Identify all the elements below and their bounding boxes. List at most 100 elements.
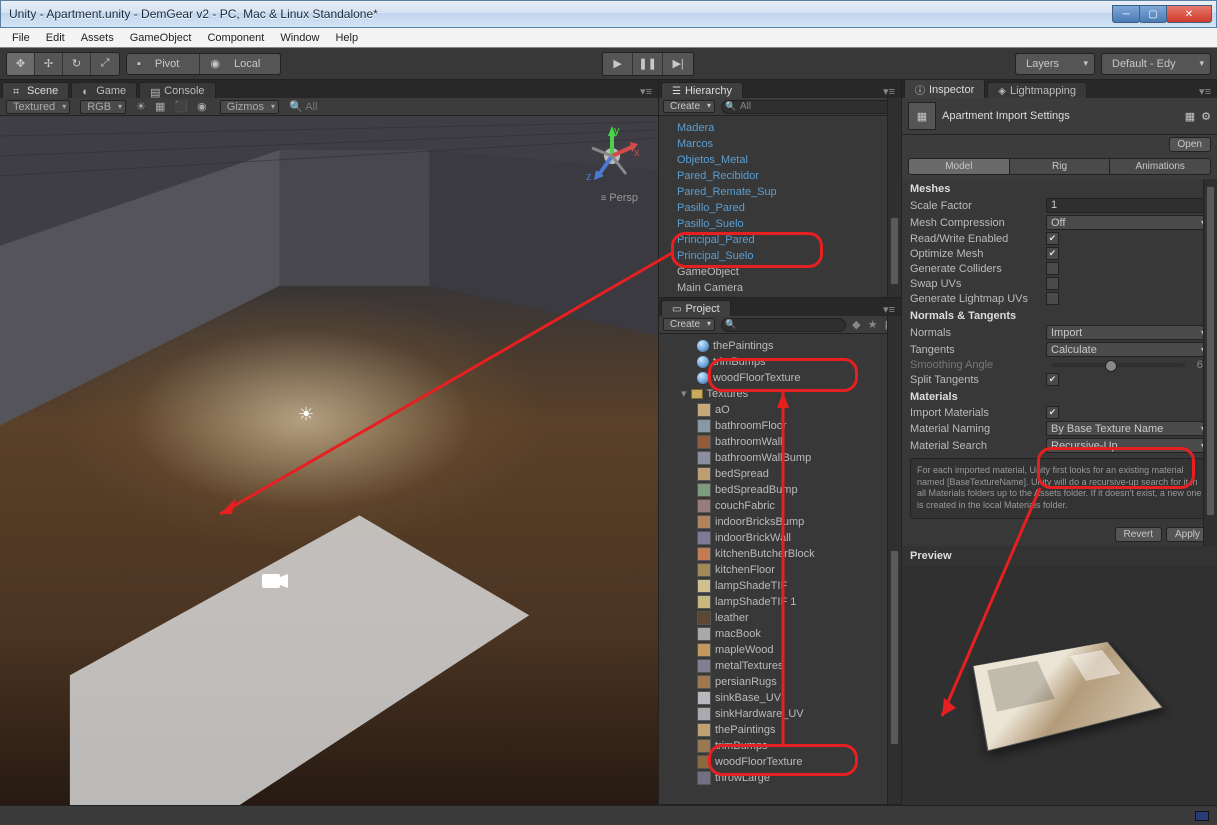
menu-assets[interactable]: Assets xyxy=(73,30,122,46)
hierarchy-search[interactable]: All xyxy=(721,100,897,114)
project-texture-item[interactable]: thePaintings xyxy=(659,722,901,738)
hierarchy-item[interactable]: Marcos xyxy=(659,136,901,152)
hierarchy-item[interactable]: Pasillo_Pared xyxy=(659,200,901,216)
scene-viewport[interactable]: y x z ≡ Persp ☀ xyxy=(0,116,658,805)
hierarchy-scrollbar[interactable] xyxy=(887,98,901,297)
hierarchy-item[interactable]: Principal_Pared xyxy=(659,232,901,248)
project-scrollbar[interactable] xyxy=(887,316,901,804)
tab-console[interactable]: ▤Console xyxy=(139,82,215,98)
window-close-button[interactable]: ✕ xyxy=(1166,5,1212,23)
hierarchy-item[interactable]: Main Camera xyxy=(659,280,901,296)
open-button[interactable]: Open xyxy=(1169,137,1211,152)
menu-gameobject[interactable]: GameObject xyxy=(122,30,200,46)
inspector-options-icon[interactable]: ▾≡ xyxy=(1193,85,1217,98)
smoothing-angle-slider[interactable] xyxy=(1052,363,1185,367)
window-maximize-button[interactable]: ▢ xyxy=(1139,5,1167,23)
hand-tool[interactable]: ✥ xyxy=(7,53,35,75)
preview-viewport[interactable] xyxy=(902,566,1217,805)
optimize-mesh-checkbox[interactable]: ✔ xyxy=(1046,247,1059,260)
view-gizmo[interactable]: y x z xyxy=(580,124,644,188)
import-materials-checkbox[interactable]: ✔ xyxy=(1046,406,1059,419)
tab-scene[interactable]: ⌗Scene xyxy=(2,82,69,98)
project-texture-item[interactable]: indoorBrickWall xyxy=(659,530,901,546)
status-icon[interactable] xyxy=(1195,811,1209,821)
hierarchy-item[interactable]: Point light xyxy=(659,296,901,297)
pivot-toggle[interactable]: ▪ Pivot xyxy=(127,54,199,74)
hierarchy-item[interactable]: Principal_Suelo xyxy=(659,248,901,264)
settings-gear-icon[interactable]: ⚙ xyxy=(1201,110,1211,123)
rotate-tool[interactable]: ↻ xyxy=(63,53,91,75)
render-mode-dropdown[interactable]: RGB xyxy=(80,100,126,114)
material-search-dropdown[interactable]: Recursive-Up xyxy=(1046,438,1209,453)
scale-factor-field[interactable]: 1 xyxy=(1046,198,1209,213)
project-texture-item[interactable]: sinkBase_UV xyxy=(659,690,901,706)
tab-options-icon[interactable]: ▾≡ xyxy=(634,85,658,98)
scene-search[interactable]: All xyxy=(305,101,317,113)
window-minimize-button[interactable]: ─ xyxy=(1112,5,1140,23)
project-texture-item[interactable]: lampShadeTIF 1 xyxy=(659,594,901,610)
project-material-item[interactable]: woodFloorTexture xyxy=(659,370,901,386)
project-texture-item[interactable]: couchFabric xyxy=(659,498,901,514)
tab-game[interactable]: ◐Game xyxy=(71,82,137,98)
layers-dropdown[interactable]: Layers xyxy=(1015,53,1095,75)
move-tool[interactable]: ✢ xyxy=(35,53,63,75)
gizmos-dropdown[interactable]: Gizmos xyxy=(220,100,279,114)
pause-button[interactable]: ❚❚ xyxy=(633,53,663,75)
project-options-icon[interactable]: ▾≡ xyxy=(877,303,901,316)
project-search[interactable] xyxy=(721,318,846,332)
hierarchy-item[interactable]: Pared_Remate_Sup xyxy=(659,184,901,200)
animations-tab[interactable]: Animations xyxy=(1110,158,1211,175)
play-button[interactable]: ▶ xyxy=(603,53,633,75)
scale-tool[interactable]: ⤢ xyxy=(91,53,119,75)
project-texture-item[interactable]: kitchenButcherBlock xyxy=(659,546,901,562)
project-texture-item[interactable]: throwLarge xyxy=(659,770,901,786)
project-texture-item[interactable]: bathroomWall xyxy=(659,434,901,450)
mesh-compression-dropdown[interactable]: Off xyxy=(1046,215,1209,230)
project-texture-item[interactable]: bathroomFloor xyxy=(659,418,901,434)
layout-dropdown[interactable]: Default - Edy xyxy=(1101,53,1211,75)
project-material-item[interactable]: thePaintings xyxy=(659,338,901,354)
project-texture-item[interactable]: kitchenFloor xyxy=(659,562,901,578)
tab-hierarchy[interactable]: ☰ Hierarchy xyxy=(661,82,743,98)
material-naming-dropdown[interactable]: By Base Texture Name xyxy=(1046,421,1209,436)
project-texture-item[interactable]: leather xyxy=(659,610,901,626)
project-folder-textures[interactable]: ▾Textures xyxy=(659,386,901,402)
tab-project[interactable]: ▭ Project xyxy=(661,300,731,316)
swap-uvs-checkbox[interactable] xyxy=(1046,277,1059,290)
tab-lightmapping[interactable]: ◈ Lightmapping xyxy=(987,82,1087,98)
generate-colliders-checkbox[interactable] xyxy=(1046,262,1059,275)
projection-label[interactable]: ≡ Persp xyxy=(601,192,638,204)
normals-dropdown[interactable]: Import xyxy=(1046,325,1209,340)
tangents-dropdown[interactable]: Calculate xyxy=(1046,342,1209,357)
tab-inspector[interactable]: ⓘ Inspector xyxy=(904,79,985,98)
project-texture-item[interactable]: aO xyxy=(659,402,901,418)
project-texture-item[interactable]: lampShadeTIF xyxy=(659,578,901,594)
menu-component[interactable]: Component xyxy=(199,30,272,46)
scene-toggle-icons[interactable]: ☀ ▦ ⬛ ◉ xyxy=(136,100,210,113)
lightmap-uvs-checkbox[interactable] xyxy=(1046,292,1059,305)
menu-help[interactable]: Help xyxy=(327,30,366,46)
project-texture-item[interactable]: persianRugs xyxy=(659,674,901,690)
project-create-dropdown[interactable]: Create xyxy=(663,318,715,331)
hierarchy-item[interactable]: Pared_Recibidor xyxy=(659,168,901,184)
project-texture-item[interactable]: bathroomWallBump xyxy=(659,450,901,466)
project-material-item[interactable]: trimBumps xyxy=(659,354,901,370)
split-tangents-checkbox[interactable]: ✔ xyxy=(1046,373,1059,386)
menu-file[interactable]: File xyxy=(4,30,38,46)
hierarchy-item[interactable]: Pasillo_Suelo xyxy=(659,216,901,232)
step-button[interactable]: ▶| xyxy=(663,53,693,75)
help-icon[interactable]: ▦ xyxy=(1185,110,1195,123)
hierarchy-item[interactable]: GameObject xyxy=(659,264,901,280)
project-texture-item[interactable]: indoorBricksBump xyxy=(659,514,901,530)
model-tab[interactable]: Model xyxy=(908,158,1010,175)
project-texture-item[interactable]: woodFloorTexture xyxy=(659,754,901,770)
project-texture-item[interactable]: mapleWood xyxy=(659,642,901,658)
project-texture-item[interactable]: metalTextures xyxy=(659,658,901,674)
inspector-scrollbar[interactable] xyxy=(1203,179,1217,546)
hierarchy-create-dropdown[interactable]: Create xyxy=(663,100,715,113)
readwrite-checkbox[interactable]: ✔ xyxy=(1046,232,1059,245)
project-texture-item[interactable]: macBook xyxy=(659,626,901,642)
local-toggle[interactable]: ◉ Local xyxy=(199,54,280,74)
menu-edit[interactable]: Edit xyxy=(38,30,73,46)
hierarchy-item[interactable]: Madera xyxy=(659,120,901,136)
